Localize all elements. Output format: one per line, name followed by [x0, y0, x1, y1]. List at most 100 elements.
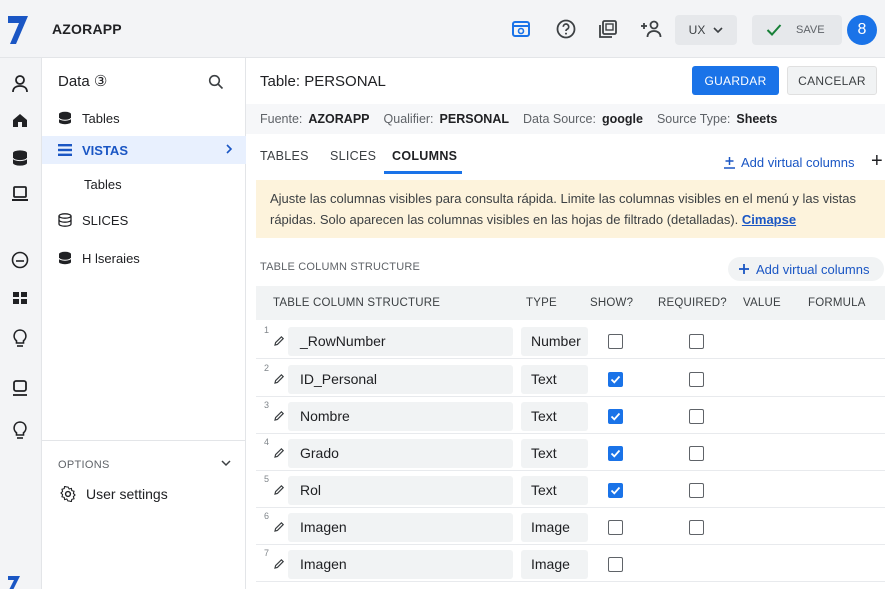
row-number: 5 [264, 474, 270, 484]
chevron-down-icon[interactable] [220, 457, 232, 469]
table-row: 3 Nombre Text [256, 397, 885, 434]
lightbulb-icon[interactable] [10, 328, 30, 348]
sidebar-item-hlseraies[interactable]: H lseraies [42, 244, 246, 272]
tab-columns[interactable]: COLUMNS [392, 149, 457, 163]
table-header: TABLE COLUMN STRUCTURE TYPE SHOW? REQUIR… [256, 286, 885, 320]
save-button[interactable]: SAVE [752, 15, 842, 45]
database-icon[interactable] [10, 148, 30, 168]
add-virtual-columns-link[interactable]: Add virtual columns [724, 155, 854, 170]
user-icon[interactable] [10, 74, 30, 94]
column-name-field[interactable]: ID_Personal [288, 365, 513, 394]
check-icon [766, 24, 782, 36]
help-icon[interactable] [555, 18, 577, 40]
notification-badge[interactable]: 8 [847, 15, 877, 45]
info-banner: Ajuste las columnas visibles para consul… [256, 180, 885, 238]
column-name-field[interactable]: Imagen [288, 550, 513, 579]
show-checkbox[interactable] [608, 557, 623, 572]
tab-tables[interactable]: TABLES [260, 149, 309, 163]
add-virtual-columns-button[interactable]: Add virtual columns [728, 257, 884, 281]
guardar-button[interactable]: GUARDAR [692, 66, 779, 95]
show-checkbox[interactable] [608, 483, 623, 498]
sidebar-divider [42, 440, 246, 441]
sidebar-item-slices[interactable]: SLICES [42, 206, 246, 234]
required-checkbox[interactable] [689, 446, 704, 461]
row-number: 4 [264, 437, 270, 447]
required-checkbox[interactable] [689, 372, 704, 387]
col-header-value[interactable]: VALUE [743, 297, 781, 309]
required-checkbox[interactable] [689, 334, 704, 349]
add-user-icon[interactable] [640, 18, 662, 40]
preview-icon[interactable] [510, 18, 532, 40]
grid-icon[interactable] [10, 288, 30, 308]
page-title: Table: PERSONAL [260, 73, 386, 90]
column-name-field[interactable]: Nombre [288, 402, 513, 431]
app-logo-icon[interactable] [8, 14, 28, 44]
pencil-icon[interactable] [273, 558, 285, 570]
desktop-icon[interactable] [10, 184, 30, 204]
ux-dropdown[interactable]: UX [675, 15, 737, 45]
meta-datasource: google [601, 112, 643, 126]
table-row: 6 Imagen Image [256, 508, 885, 545]
app-logo-small-icon[interactable] [8, 576, 20, 589]
show-checkbox[interactable] [608, 372, 623, 387]
database-outline-icon [58, 213, 72, 227]
pencil-icon[interactable] [273, 521, 285, 533]
column-name-field[interactable]: Rol [288, 476, 513, 505]
chevron-right-icon [226, 144, 233, 154]
pencil-icon[interactable] [273, 373, 285, 385]
required-checkbox[interactable] [689, 409, 704, 424]
table-meta-bar: Fuente: AZORAPP Qualifier: PERSONAL Data S… [246, 104, 885, 134]
column-name-field[interactable]: Grado [288, 439, 513, 468]
meta-fuente: AZORAPP [308, 112, 370, 126]
col-header-type[interactable]: TYPE [526, 297, 557, 309]
add-icon[interactable]: + [871, 150, 883, 173]
column-type-field[interactable]: Text [521, 365, 588, 394]
plus-minus-icon [724, 156, 735, 169]
gear-icon [60, 486, 76, 502]
app-name: AZORAPP [52, 21, 122, 37]
row-number: 7 [264, 548, 270, 558]
monitor-icon[interactable] [10, 378, 30, 398]
pencil-icon[interactable] [273, 484, 285, 496]
home-icon[interactable] [10, 110, 30, 130]
sidebar-title: Data ③ [58, 73, 108, 90]
pencil-icon[interactable] [273, 335, 285, 347]
column-name-field[interactable]: Imagen [288, 513, 513, 542]
copy-icon[interactable] [597, 18, 619, 40]
show-checkbox[interactable] [608, 520, 623, 535]
tab-slices[interactable]: SLICES [330, 149, 376, 163]
meta-sourcetype: Sheets [736, 112, 778, 126]
col-header-show[interactable]: SHOW? [590, 297, 633, 309]
column-type-field[interactable]: Text [521, 439, 588, 468]
column-type-field[interactable]: Image [521, 513, 588, 542]
column-name-field[interactable]: _RowNumber [288, 327, 513, 356]
column-type-field[interactable]: Text [521, 402, 588, 431]
sidebar-item-tables[interactable]: Tables [42, 104, 246, 132]
col-header-required[interactable]: REQUIRED? [658, 297, 727, 309]
top-bar: AZORAPP UX SAVE 8 [0, 0, 885, 58]
info-link[interactable]: Cimapse [742, 212, 796, 227]
show-checkbox[interactable] [608, 409, 623, 424]
show-checkbox[interactable] [608, 334, 623, 349]
active-tab-indicator [384, 171, 462, 174]
table-row: 7 Imagen Image [256, 545, 885, 582]
required-checkbox[interactable] [689, 520, 704, 535]
options-label[interactable]: OPTIONS [58, 459, 110, 471]
required-checkbox[interactable] [689, 483, 704, 498]
user-settings-link[interactable]: User settings [60, 486, 168, 502]
cancelar-button[interactable]: CANCELAR [787, 66, 877, 95]
column-type-field[interactable]: Image [521, 550, 588, 579]
search-icon[interactable] [208, 74, 224, 90]
sidebar-subitem-tables[interactable]: Tables [84, 177, 122, 192]
col-header-structure[interactable]: TABLE COLUMN STRUCTURE [273, 297, 440, 309]
column-type-field[interactable]: Text [521, 476, 588, 505]
show-checkbox[interactable] [608, 446, 623, 461]
table-row: 1 _RowNumber Number [256, 322, 885, 359]
pencil-icon[interactable] [273, 447, 285, 459]
pencil-icon[interactable] [273, 410, 285, 422]
lightbulb-icon[interactable] [10, 420, 30, 440]
clock-icon[interactable] [10, 250, 30, 270]
column-type-field[interactable]: Number [521, 327, 588, 356]
col-header-formula[interactable]: FORMULA [808, 297, 866, 309]
sidebar-item-vistas[interactable]: VISTAS [42, 136, 246, 164]
